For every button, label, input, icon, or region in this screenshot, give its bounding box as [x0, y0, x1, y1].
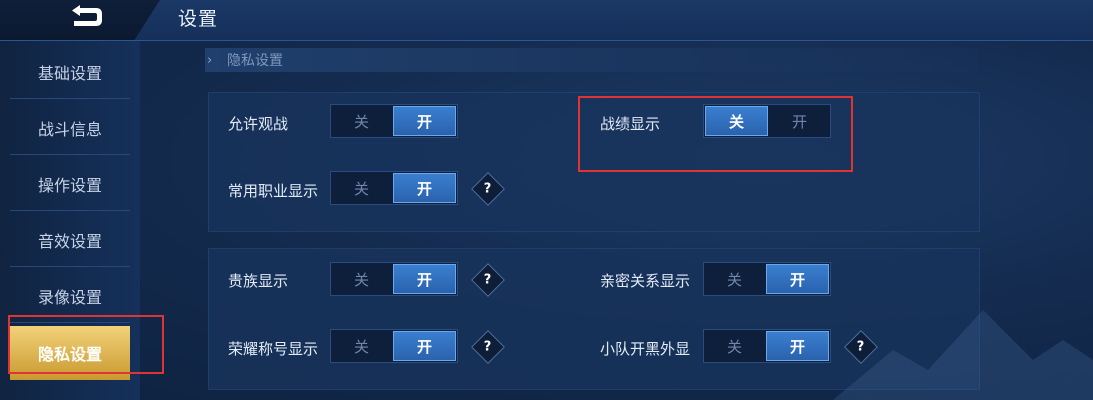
- section-header: › 隐私设置: [205, 48, 978, 72]
- sidebar-item-battle-info[interactable]: 战斗信息: [10, 102, 130, 155]
- back-button[interactable]: [62, 0, 110, 34]
- section-title: 隐私设置: [227, 53, 283, 69]
- toggle-on-option[interactable]: 开: [393, 173, 456, 203]
- toggle-intimacy-display[interactable]: 关 开: [703, 262, 831, 296]
- toggle-off-option[interactable]: 关: [331, 105, 392, 137]
- page-title: 设置: [178, 8, 219, 30]
- toggle-off-option[interactable]: 关: [331, 172, 392, 204]
- setting-label-noble-display: 贵族显示: [228, 272, 289, 290]
- setting-label-common-role: 常用职业显示: [228, 182, 319, 200]
- sidebar-item-label: 战斗信息: [37, 120, 102, 139]
- toggle-on-option[interactable]: 开: [393, 264, 456, 294]
- toggle-on-option[interactable]: 开: [393, 106, 456, 136]
- toggle-on-option[interactable]: 开: [766, 264, 829, 294]
- toggle-allow-spectate[interactable]: 关 开: [330, 104, 458, 138]
- sidebar-item-label: 基础设置: [37, 64, 102, 83]
- toggle-on-option[interactable]: 开: [393, 331, 456, 361]
- sidebar-item-controls[interactable]: 操作设置: [10, 158, 130, 211]
- sidebar-item-audio[interactable]: 音效设置: [10, 214, 130, 267]
- highlight-box-privacy-tab: [8, 315, 164, 374]
- setting-label-squad-display: 小队开黑外显: [600, 340, 691, 358]
- sidebar-item-basic[interactable]: 基础设置: [10, 46, 130, 99]
- toggle-noble-display[interactable]: 关 开: [330, 262, 458, 296]
- toggle-squad-display[interactable]: 关 开: [703, 329, 831, 363]
- chevron-right-icon: ›: [207, 52, 213, 68]
- top-bar: 设置: [0, 0, 1093, 41]
- sidebar-item-label: 音效设置: [37, 232, 102, 251]
- back-arrow-icon: [72, 5, 102, 26]
- toggle-on-option[interactable]: 开: [766, 331, 829, 361]
- toggle-off-option[interactable]: 关: [331, 330, 392, 362]
- toggle-common-role[interactable]: 关 开: [330, 171, 458, 205]
- toggle-off-option[interactable]: 关: [704, 330, 765, 362]
- setting-label-allow-spectate: 允许观战: [228, 115, 289, 133]
- toggle-honor-title[interactable]: 关 开: [330, 329, 458, 363]
- setting-label-intimacy-display: 亲密关系显示: [600, 272, 691, 290]
- sidebar-item-label: 操作设置: [37, 176, 102, 195]
- toggle-off-option[interactable]: 关: [331, 263, 392, 295]
- setting-label-honor-title: 荣耀称号显示: [228, 340, 319, 358]
- highlight-box-record-display: [578, 96, 853, 172]
- sidebar-item-label: 录像设置: [37, 288, 102, 307]
- toggle-off-option[interactable]: 关: [704, 263, 765, 295]
